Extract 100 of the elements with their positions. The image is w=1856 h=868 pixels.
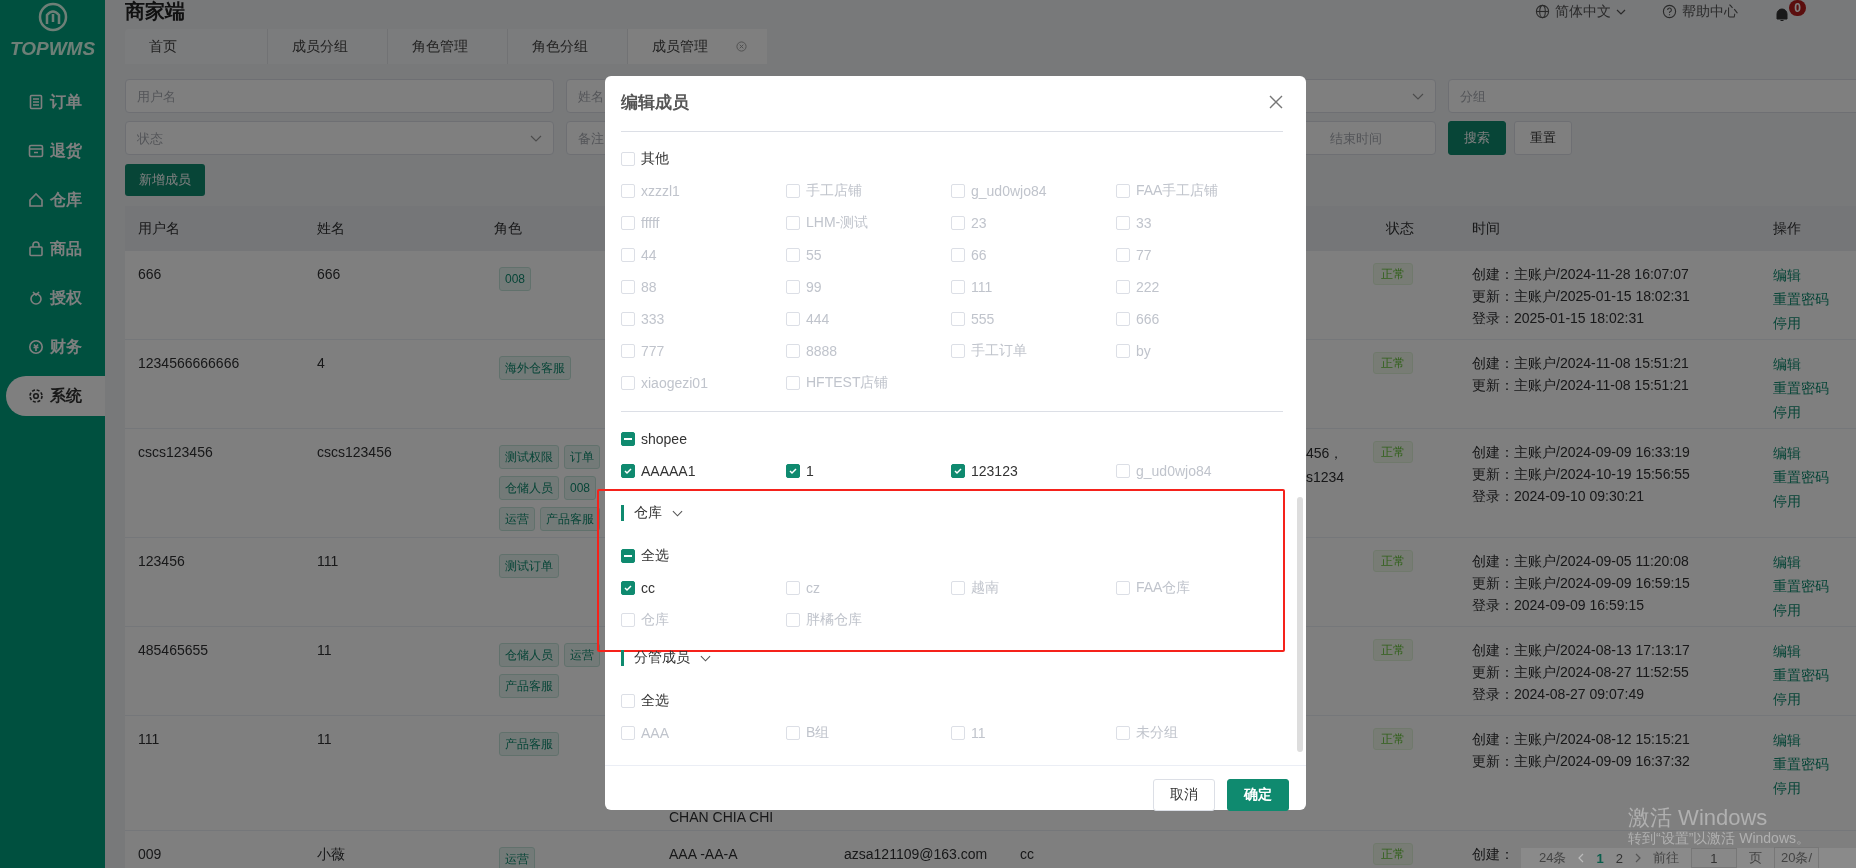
- timestamp-text: 创建：: [1472, 845, 1514, 864]
- checkbox-label: 123123: [971, 463, 1018, 479]
- timestamp-text: 更新：主账户/2024-11-08 15:51:21: [1472, 376, 1689, 395]
- section-toggle[interactable]: 仓库: [634, 504, 683, 522]
- timestamp-text: 更新：主账户/2025-01-15 18:02:31: [1472, 287, 1690, 306]
- help-link[interactable]: 帮助中心: [1662, 0, 1738, 23]
- page-size-select[interactable]: 20条/: [1773, 847, 1819, 868]
- checkbox[interactable]: [951, 464, 965, 478]
- table-cell-text: 11: [317, 641, 332, 660]
- action-link[interactable]: 停用: [1773, 400, 1801, 424]
- role-tag: 产品客服: [499, 674, 559, 698]
- checkbox-label: 33: [1136, 215, 1152, 231]
- status-tag: 正常: [1373, 441, 1413, 463]
- reset-button[interactable]: 重置: [1514, 121, 1572, 155]
- role-tag: 产品客服: [499, 732, 559, 756]
- close-icon[interactable]: [736, 41, 747, 52]
- chevron-left-icon[interactable]: [1578, 853, 1585, 863]
- checkbox-label: 越南: [971, 579, 999, 597]
- tab[interactable]: 成员管理: [628, 29, 767, 64]
- sidebar-item[interactable]: 商品: [6, 229, 105, 269]
- checkbox[interactable]: [786, 464, 800, 478]
- action-link[interactable]: 停用: [1773, 489, 1801, 513]
- page-title: 商家端: [125, 0, 185, 22]
- house-icon: [28, 192, 44, 208]
- table-cell-text: cscs123456: [138, 443, 213, 462]
- checkbox[interactable]: [621, 464, 635, 478]
- caret-icon: [1616, 8, 1626, 15]
- checkbox-label: AAAAA1: [641, 463, 696, 479]
- status-tag: 正常: [1373, 263, 1413, 285]
- action-link[interactable]: 重置密码: [1773, 465, 1829, 489]
- checkbox[interactable]: [621, 549, 635, 563]
- action-link[interactable]: 编辑: [1773, 352, 1801, 376]
- sidebar-item[interactable]: 仓库: [6, 180, 105, 220]
- action-link[interactable]: 重置密码: [1773, 287, 1829, 311]
- role-tag: 仓储人员: [499, 476, 559, 500]
- action-link[interactable]: 编辑: [1773, 550, 1801, 574]
- table-cell-text: 111: [317, 552, 339, 571]
- checkbox-label: 手工订单: [971, 342, 1027, 360]
- checkbox-label: cz: [806, 580, 820, 596]
- chevron-down-icon: [530, 134, 542, 142]
- page-button[interactable]: 1: [1596, 850, 1604, 866]
- cancel-button[interactable]: 取消: [1153, 779, 1215, 811]
- action-link[interactable]: 停用: [1773, 687, 1801, 711]
- section-marker: [621, 505, 624, 521]
- search-button[interactable]: 搜索: [1448, 121, 1506, 155]
- timestamp-text: 更新：主账户/2024-09-09 16:59:15: [1472, 574, 1690, 593]
- chevron-right-icon[interactable]: [1634, 853, 1641, 863]
- tab[interactable]: 首页: [125, 29, 268, 64]
- action-link[interactable]: 重置密码: [1773, 574, 1829, 598]
- check-icon: [788, 466, 798, 476]
- timestamp-text: 创建：主账户/2024-11-28 16:07:07: [1472, 265, 1689, 284]
- page-button[interactable]: 2: [1615, 850, 1623, 866]
- action-link[interactable]: 重置密码: [1773, 752, 1829, 776]
- checkbox-label: HFTEST店铺: [806, 374, 889, 392]
- action-link[interactable]: 重置密码: [1773, 376, 1829, 400]
- checkbox-label: 77: [1136, 247, 1152, 263]
- confirm-button[interactable]: 确定: [1227, 779, 1289, 811]
- check-icon: [953, 466, 963, 476]
- action-link[interactable]: 编辑: [1773, 728, 1801, 752]
- action-link[interactable]: 停用: [1773, 598, 1801, 622]
- tab[interactable]: 角色管理: [388, 29, 508, 64]
- scrollbar-thumb[interactable]: [1297, 497, 1303, 752]
- table-cell-text: 1234566666666: [138, 354, 240, 373]
- action-link[interactable]: 停用: [1773, 311, 1801, 335]
- close-icon[interactable]: [1269, 95, 1283, 109]
- checkbox[interactable]: [621, 432, 635, 446]
- notifications-button[interactable]: 0: [1774, 0, 1806, 23]
- section-toggle[interactable]: 分管成员: [634, 649, 711, 667]
- action-link[interactable]: 停用: [1773, 776, 1801, 800]
- sidebar-item[interactable]: 授权: [6, 278, 105, 318]
- action-link[interactable]: 编辑: [1773, 263, 1801, 287]
- column-header: 角色: [494, 219, 522, 238]
- page-input[interactable]: 1: [1690, 848, 1737, 868]
- logo-icon: [37, 2, 68, 32]
- table-cell-text: cc: [1020, 845, 1034, 864]
- checkbox-label: 11: [971, 725, 986, 741]
- table-cell-text: azsa121109@163.com: [844, 845, 988, 864]
- sidebar-item[interactable]: 系统: [6, 376, 105, 416]
- action-link[interactable]: 编辑: [1773, 639, 1801, 663]
- timestamp-text: 创建：主账户/2024-08-12 15:15:21: [1472, 730, 1690, 749]
- checkbox-label: by: [1136, 343, 1151, 359]
- sidebar-item[interactable]: 退货: [6, 131, 105, 171]
- checkbox-label: xzzzl1: [641, 183, 680, 199]
- sidebar-item[interactable]: 财务: [6, 327, 105, 367]
- action-link[interactable]: 编辑: [1773, 441, 1801, 465]
- sidebar-item[interactable]: 订单: [6, 82, 105, 122]
- action-link[interactable]: 重置密码: [1773, 663, 1829, 687]
- checkbox-label: xiaogezi01: [641, 375, 708, 391]
- table-cell-text: 4: [317, 354, 325, 373]
- tab[interactable]: 成员分组: [268, 29, 388, 64]
- add-member-button[interactable]: 新增成员: [125, 164, 205, 196]
- language-selector[interactable]: 简体中文: [1535, 0, 1626, 23]
- checkbox-label: 777: [641, 343, 665, 359]
- table-cell: CHAN CHIA CHI: [669, 808, 774, 826]
- timestamp-text: 登录：2024-09-10 09:30:21: [1472, 487, 1644, 506]
- checkbox-label: 111: [971, 279, 993, 295]
- timestamp-text: 登录：2024-08-27 09:07:49: [1472, 685, 1644, 704]
- table-cell-text: 111: [138, 730, 160, 749]
- column-header: 操作: [1773, 219, 1801, 238]
- checkbox[interactable]: [621, 581, 635, 595]
